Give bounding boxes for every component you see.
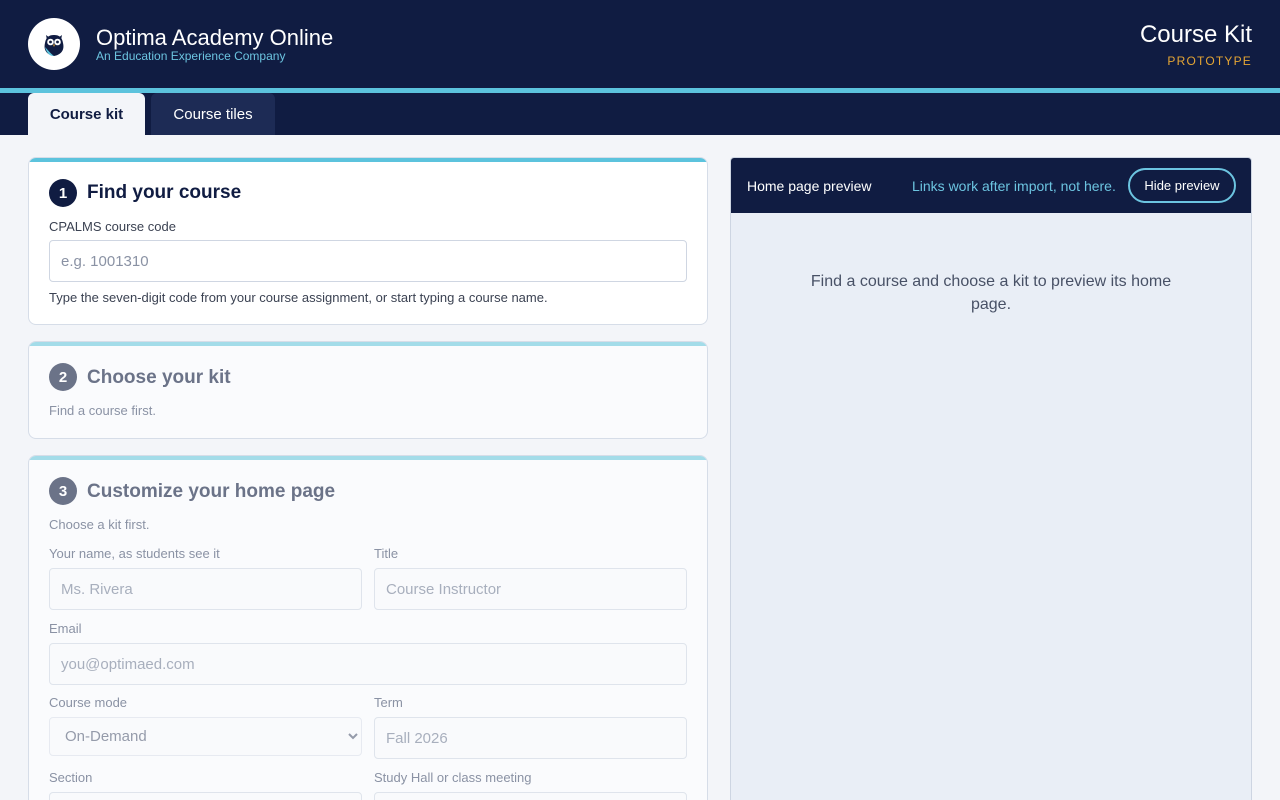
step-number-1: 1 <box>49 179 77 207</box>
preview-title: Home page preview <box>747 178 872 194</box>
course-code-label: CPALMS course code <box>49 219 176 234</box>
step-number-3: 3 <box>49 477 77 505</box>
find-course-card: 1 Find your course CPALMS course code Ty… <box>28 157 708 325</box>
choose-kit-hint: Find a course first. <box>49 403 156 418</box>
step-title-find-course: Find your course <box>87 182 242 203</box>
prototype-badge: PROTOTYPE <box>1167 54 1252 68</box>
customize-hint: Choose a kit first. <box>49 517 150 532</box>
tab-bar: Course kit Course tiles <box>0 93 1280 135</box>
step-number-2: 2 <box>49 363 77 391</box>
meeting-input[interactable] <box>374 792 687 800</box>
customize-card: 3 Customize your home page Choose a kit … <box>28 455 708 800</box>
step-title-customize: Customize your home page <box>87 481 336 502</box>
course-mode-select[interactable]: On-Demand <box>49 717 362 756</box>
brand-subtitle: An Education Experience Company <box>96 49 286 63</box>
title-input[interactable] <box>374 568 687 610</box>
term-label: Term <box>374 695 403 710</box>
app-header: Optima Academy Online An Education Exper… <box>0 0 1280 88</box>
section-label: Section <box>49 770 93 785</box>
course-code-help: Type the seven-digit code from your cour… <box>49 290 548 305</box>
brand-title: Optima Academy Online <box>96 25 334 50</box>
choose-kit-card: 2 Choose your kit Find a course first. <box>28 341 708 439</box>
step-title-choose-kit: Choose your kit <box>87 367 231 388</box>
teacher-name-label: Your name, as students see it <box>49 546 220 561</box>
preview-empty-message: Find a course and choose a kit to previe… <box>810 273 1172 313</box>
term-input[interactable] <box>374 717 687 759</box>
hide-preview-button[interactable]: Hide preview <box>1128 168 1236 203</box>
course-code-input[interactable] <box>49 240 687 282</box>
teacher-name-input[interactable] <box>49 568 362 610</box>
preview-note: Links work after import, not here. <box>912 178 1116 194</box>
owl-icon <box>28 18 80 70</box>
title-label: Title <box>374 546 399 561</box>
meeting-label: Study Hall or class meeting <box>374 770 532 785</box>
email-input[interactable] <box>49 643 687 685</box>
preview-header: Home page preview Links work after impor… <box>731 158 1251 213</box>
app-title: Course Kit <box>1139 21 1252 48</box>
home-page-preview-panel: Home page preview Links work after impor… <box>730 157 1252 800</box>
tab-course-kit[interactable]: Course kit <box>28 93 145 135</box>
email-label: Email <box>49 621 82 636</box>
tab-course-tiles[interactable]: Course tiles <box>151 93 275 135</box>
section-input[interactable] <box>49 792 362 800</box>
course-mode-label: Course mode <box>49 695 128 710</box>
